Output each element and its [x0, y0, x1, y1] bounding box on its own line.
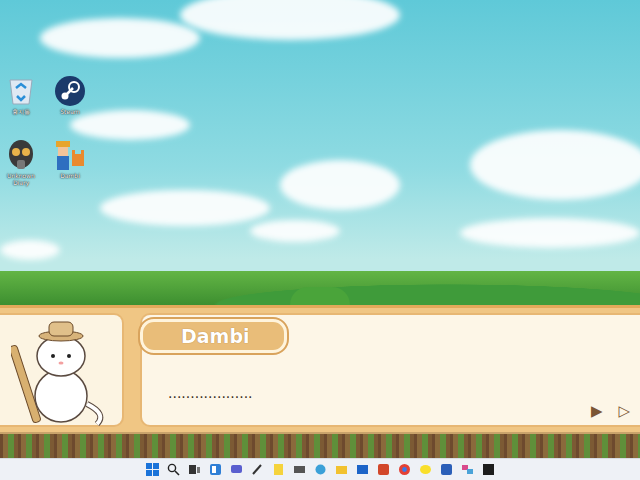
notes-icon[interactable] — [272, 463, 285, 476]
chrome-icon[interactable] — [398, 463, 411, 476]
steam-icon — [53, 74, 87, 108]
kakaotalk-icon[interactable] — [419, 463, 432, 476]
folder-icon[interactable] — [335, 463, 348, 476]
taskbar-button[interactable] — [440, 463, 453, 476]
task-view-icon[interactable] — [188, 463, 201, 476]
desktop[interactable]: 휴지통 Steam Unknown Diary Dambi — [0, 0, 640, 305]
taskbar-button[interactable] — [377, 463, 390, 476]
taskbar-button[interactable] — [209, 463, 222, 476]
icon-label: Steam — [60, 109, 79, 116]
network-icon[interactable] — [461, 463, 474, 476]
taskbar-button[interactable] — [461, 463, 474, 476]
taskbar-button[interactable] — [230, 463, 243, 476]
desktop-icon[interactable]: Steam — [42, 74, 98, 116]
farmer-cat-icon — [53, 138, 87, 172]
taskbar-button[interactable] — [356, 463, 369, 476]
powerpoint-icon[interactable] — [377, 463, 390, 476]
speaker-portrait — [0, 313, 124, 427]
terminal-icon[interactable] — [482, 463, 495, 476]
game-ground-strip — [0, 432, 640, 458]
mail-icon[interactable] — [356, 463, 369, 476]
taskbar-button[interactable] — [167, 463, 180, 476]
dialog-box: Dambi ................... ▶ ▷ — [0, 305, 640, 432]
desktop-icon[interactable]: 휴지통 — [0, 74, 42, 116]
app-icon[interactable] — [314, 463, 327, 476]
ferret-icon — [11, 314, 111, 426]
desktop-icon[interactable]: Unknown Diary — [0, 138, 42, 187]
icon-label: Unknown Diary — [0, 173, 42, 187]
icon-label: Dambi — [60, 173, 80, 180]
dialog-text: ................... — [168, 353, 630, 404]
start-icon[interactable] — [146, 463, 159, 476]
taskbar — [0, 458, 640, 480]
taskbar-button[interactable] — [314, 463, 327, 476]
search-icon[interactable] — [167, 463, 180, 476]
taskbar-button[interactable] — [251, 463, 264, 476]
tool-icon[interactable] — [293, 463, 306, 476]
taskbar-button[interactable] — [398, 463, 411, 476]
taskbar-button[interactable] — [146, 463, 159, 476]
word-icon[interactable] — [440, 463, 453, 476]
taskbar-button[interactable] — [188, 463, 201, 476]
taskbar-button[interactable] — [335, 463, 348, 476]
skip-button[interactable]: ▷ — [618, 404, 630, 419]
taskbar-button[interactable] — [419, 463, 432, 476]
pen-icon[interactable] — [251, 463, 264, 476]
gas-mask-icon — [4, 138, 38, 172]
dialog-text-area[interactable]: Dambi ................... ▶ ▷ — [140, 313, 640, 427]
widgets-icon[interactable] — [209, 463, 222, 476]
taskbar-button[interactable] — [272, 463, 285, 476]
icon-label: 휴지통 — [12, 109, 30, 116]
next-button[interactable]: ▶ — [591, 404, 603, 419]
speaker-name: Dambi — [140, 319, 287, 353]
taskbar-button[interactable] — [293, 463, 306, 476]
desktop-icon[interactable]: Dambi — [42, 138, 98, 187]
chat-icon[interactable] — [230, 463, 243, 476]
taskbar-button[interactable] — [482, 463, 495, 476]
recycle-bin-icon — [4, 74, 38, 108]
